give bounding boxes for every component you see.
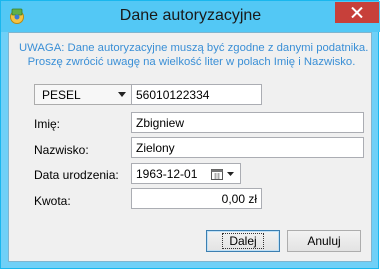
window-title: Dane autoryzacyjne (119, 7, 262, 24)
id-type-select[interactable]: PESEL (34, 84, 133, 105)
warning-message: UWAGA: Dane autoryzacyjne muszą być zgod… (19, 41, 369, 69)
last-name-value: Zielony (136, 141, 175, 155)
title-bar[interactable]: Dane autoryzacyjne (1, 1, 380, 32)
chevron-down-icon[interactable] (227, 172, 234, 176)
calendar-icon[interactable] (211, 168, 223, 180)
last-name-field[interactable]: Zielony (131, 137, 364, 158)
dialog-body: UWAGA: Dane autoryzacyjne muszą być zgod… (8, 32, 372, 262)
dialog-window: Dane autoryzacyjne UWAGA: Dane autoryzac… (0, 0, 380, 269)
id-number-field[interactable]: 56010122334 (131, 84, 262, 105)
close-button[interactable] (335, 2, 379, 23)
birth-date-value: 1963-12-01 (136, 167, 198, 181)
id-number-value: 56010122334 (136, 88, 210, 102)
cancel-button-label: Anuluj (307, 234, 341, 248)
warning-line-1: UWAGA: Dane autoryzacyjne muszą być zgod… (19, 42, 369, 54)
next-button-label: Dalej (222, 233, 264, 249)
birth-date-picker[interactable]: 1963-12-01 (131, 163, 241, 184)
warning-line-2: Proszę zwrócić uwagę na wielkość liter w… (27, 56, 356, 68)
amount-value: 0,00 zł (221, 192, 257, 206)
amount-label: Kwota: (34, 194, 71, 208)
amount-field[interactable]: 0,00 zł (131, 188, 262, 209)
next-button[interactable]: Dalej (206, 230, 280, 252)
cancel-button[interactable]: Anuluj (287, 230, 361, 252)
first-name-field[interactable]: Zbigniew (131, 112, 364, 133)
chevron-down-icon (118, 92, 126, 97)
first-name-label: Imię: (34, 117, 61, 131)
close-icon (351, 7, 363, 18)
first-name-value: Zbigniew (136, 116, 185, 130)
birth-date-label: Data urodzenia: (34, 168, 119, 182)
last-name-label: Nazwisko: (34, 143, 89, 157)
id-type-value: PESEL (42, 88, 81, 102)
